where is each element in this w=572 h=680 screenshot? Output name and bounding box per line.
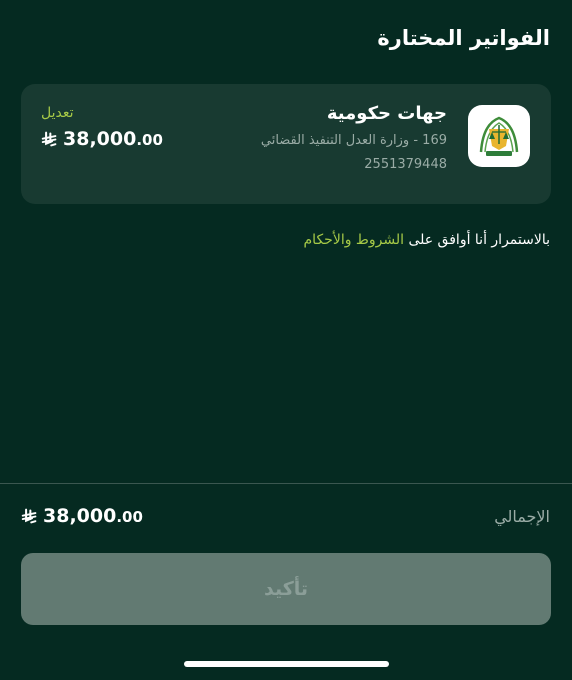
bill-amount-main: 38,000 <box>63 128 137 150</box>
edit-amount-link[interactable]: تعديل <box>41 105 74 121</box>
terms-consent-text: بالاستمرار أنا أوافق على الشروط والأحكام <box>304 232 550 248</box>
selected-bill-card[interactable]: جهات حكومية 169 - وزارة العدل التنفيذ ال… <box>21 84 551 204</box>
saudi-riyal-icon <box>21 508 37 523</box>
bill-amount-cents: .00 <box>136 131 163 149</box>
biller-description: 169 - وزارة العدل التنفيذ القضائي <box>260 133 447 148</box>
biller-name: جهات حكومية <box>326 103 447 124</box>
home-indicator[interactable] <box>184 661 389 667</box>
confirm-button[interactable]: تأكيد <box>21 553 551 625</box>
bill-amount: 38,000.00 <box>41 128 163 150</box>
ministry-of-justice-logo-icon <box>468 105 530 167</box>
page-title: الفواتير المختارة <box>377 26 550 50</box>
saudi-riyal-icon <box>41 131 57 146</box>
total-label: الإجمالي <box>494 507 550 526</box>
terms-and-conditions-link[interactable]: الشروط والأحكام <box>304 232 404 248</box>
total-amount-main: 38,000 <box>43 505 117 527</box>
total-amount-cents: .00 <box>116 508 143 526</box>
terms-prefix: بالاستمرار أنا أوافق على <box>408 232 550 248</box>
total-amount: 38,000.00 <box>21 505 143 527</box>
summary-divider <box>0 483 572 484</box>
bill-account-number: 2551379448 <box>364 157 447 172</box>
